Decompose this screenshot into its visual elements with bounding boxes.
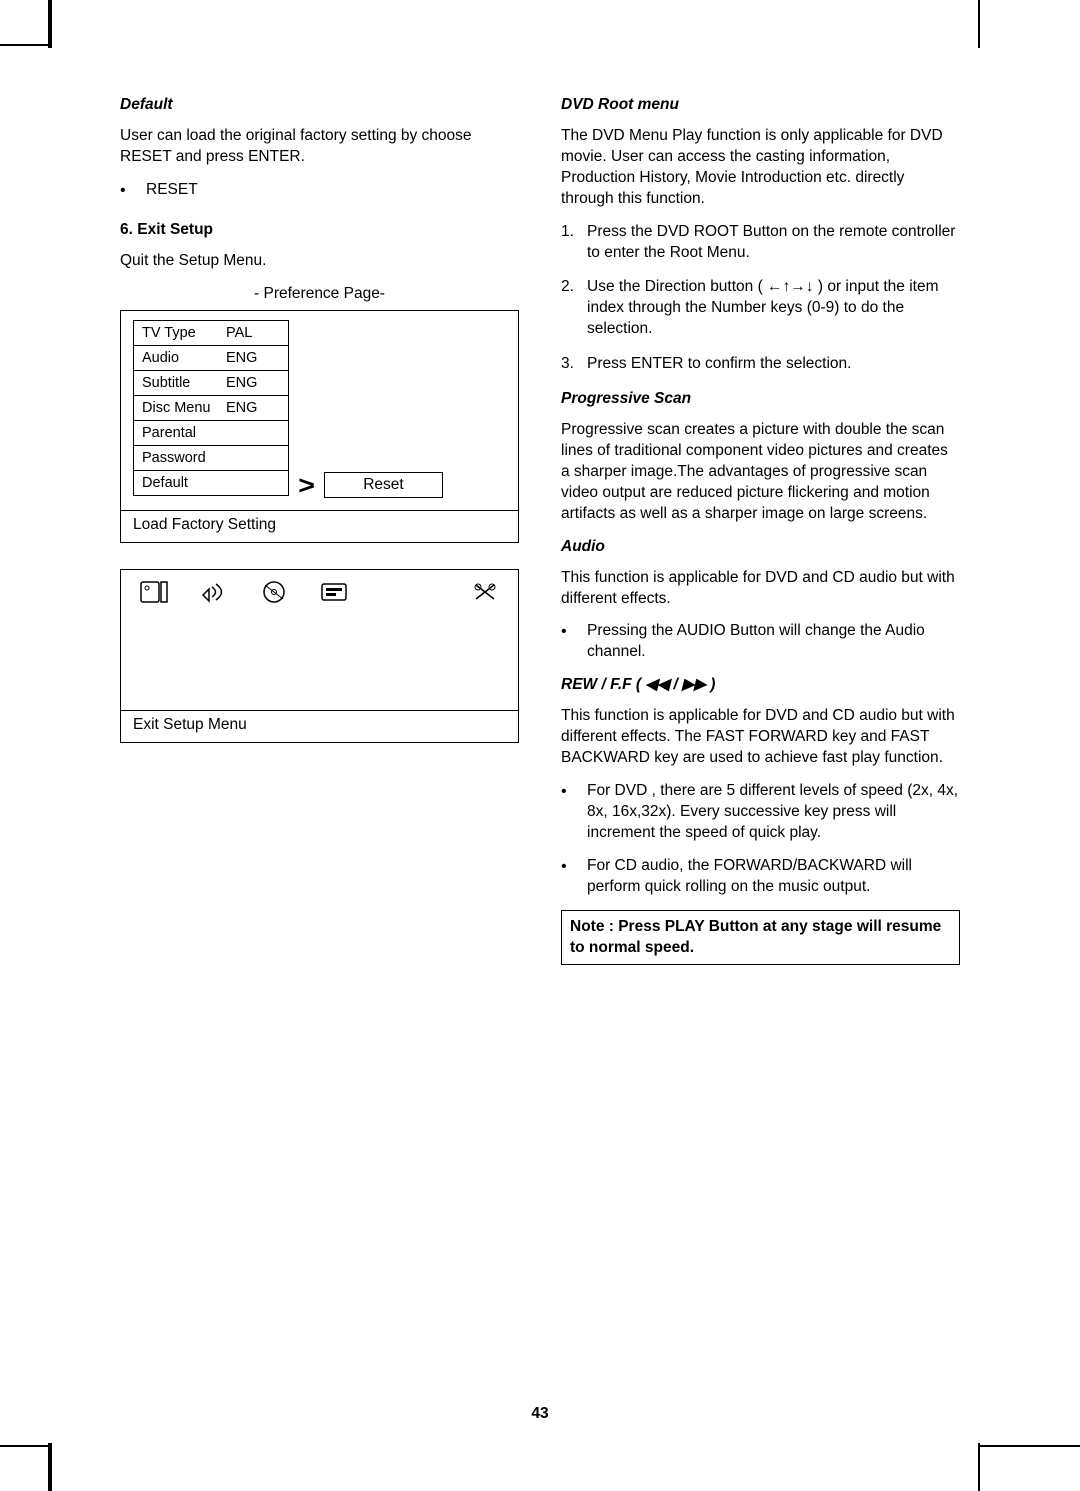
reset-bullet: RESET xyxy=(120,180,519,202)
bullet-icon xyxy=(561,621,587,663)
audio-icon xyxy=(197,579,231,605)
page-number: 43 xyxy=(120,1404,960,1425)
dvd-root-menu-heading: DVD Root menu xyxy=(561,95,960,116)
root-step-1: 1.Press the DVD ROOT Button on the remot… xyxy=(561,222,960,264)
exit-setup-osd: Exit Setup Menu xyxy=(120,569,519,743)
osd-title: - Preference Page- xyxy=(120,284,519,305)
left-column: Default User can load the original facto… xyxy=(120,95,519,965)
menu-item-parental: Parental xyxy=(133,420,289,446)
dvd-root-menu-body: The DVD Menu Play function is only appli… xyxy=(561,126,960,210)
menu-row: TV TypePAL AudioENG SubtitleENG Disc Men… xyxy=(133,317,518,498)
rew-ff-heading: REW / F.F ( ◀◀ / ▶▶ ) xyxy=(561,675,960,696)
chevron-right-icon: > xyxy=(298,472,315,498)
file-icon xyxy=(137,579,171,605)
default-body: User can load the original factory setti… xyxy=(120,126,519,168)
rew-ff-body: This function is applicable for DVD and … xyxy=(561,706,960,769)
root-step-2: 2.Use the Direction button ( ←↑→↓ ) or i… xyxy=(561,277,960,340)
progressive-scan-body: Progressive scan creates a picture with … xyxy=(561,420,960,525)
audio-bullet: Pressing the AUDIO Button will change th… xyxy=(561,621,960,663)
menu-item-subtitle: SubtitleENG xyxy=(133,370,289,396)
iconbar-footer: Exit Setup Menu xyxy=(121,710,518,742)
default-heading: Default xyxy=(120,95,519,116)
exit-setup-body: Quit the Setup Menu. xyxy=(120,251,519,272)
menu-list: TV TypePAL AudioENG SubtitleENG Disc Men… xyxy=(133,320,289,495)
bullet-icon xyxy=(561,781,587,844)
audio-body: This function is applicable for DVD and … xyxy=(561,568,960,610)
disc-icon xyxy=(257,579,291,605)
menu-item-audio: AudioENG xyxy=(133,345,289,371)
right-column: DVD Root menu The DVD Menu Play function… xyxy=(561,95,960,965)
root-step-3: 3.Press ENTER to confirm the selection. xyxy=(561,354,960,375)
subtitle-icon xyxy=(317,579,351,605)
menu-item-password: Password xyxy=(133,445,289,471)
rewff-bullet-2: For CD audio, the FORWARD/BACKWARD will … xyxy=(561,856,960,898)
progressive-scan-heading: Progressive Scan xyxy=(561,389,960,410)
reset-option: Reset xyxy=(324,472,443,498)
bullet-icon xyxy=(120,180,146,202)
reset-label: RESET xyxy=(146,180,198,202)
tools-icon xyxy=(468,579,502,605)
bullet-icon xyxy=(561,856,587,898)
page-content: Default User can load the original facto… xyxy=(120,95,960,1371)
menu-item-tv-type: TV TypePAL xyxy=(133,320,289,346)
rewff-bullet-1: For DVD , there are 5 different levels o… xyxy=(561,781,960,844)
osd-footer: Load Factory Setting xyxy=(121,510,518,542)
preference-page-osd: TV TypePAL AudioENG SubtitleENG Disc Men… xyxy=(120,310,519,543)
exit-setup-heading: 6. Exit Setup xyxy=(120,220,519,241)
menu-item-disc-menu: Disc MenuENG xyxy=(133,395,289,421)
menu-item-default: Default xyxy=(133,470,289,496)
audio-heading: Audio xyxy=(561,537,960,558)
note-box: Note : Press PLAY Button at any stage wi… xyxy=(561,910,960,966)
